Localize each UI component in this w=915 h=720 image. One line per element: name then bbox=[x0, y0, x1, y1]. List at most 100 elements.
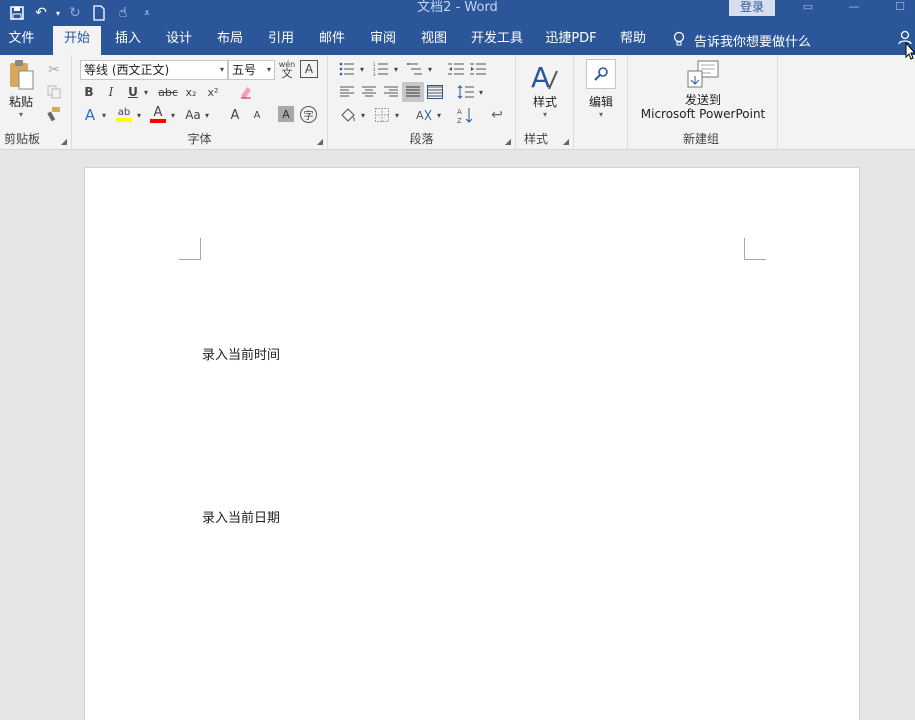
paragraph-group-label: 段落 bbox=[409, 132, 434, 146]
document-line-2[interactable]: 录入当前日期 bbox=[202, 507, 280, 526]
ribbon-display-options-icon[interactable]: ▭ bbox=[794, 0, 822, 16]
font-color-dropdown-icon[interactable]: ▾ bbox=[168, 105, 178, 125]
numbering-dropdown-icon[interactable]: ▾ bbox=[391, 60, 401, 78]
enclose-characters-icon[interactable]: 字 bbox=[300, 106, 317, 123]
bullets-dropdown-icon[interactable]: ▾ bbox=[357, 60, 367, 78]
send-to-powerpoint-button[interactable]: 发送到 Microsoft PowerPoint bbox=[628, 59, 778, 125]
signin-button[interactable]: 登录 bbox=[729, 0, 775, 16]
save-icon[interactable] bbox=[6, 2, 28, 24]
paste-label: 粘贴 bbox=[8, 95, 33, 109]
tab-design[interactable]: 设计 bbox=[159, 26, 199, 55]
shrink-font-button[interactable]: A bbox=[248, 105, 266, 125]
multilevel-list-icon[interactable] bbox=[406, 60, 424, 78]
tab-view[interactable]: 视图 bbox=[414, 26, 454, 55]
italic-button[interactable]: I bbox=[102, 83, 120, 101]
numbering-icon[interactable]: 123 bbox=[372, 60, 390, 78]
line-spacing-icon[interactable] bbox=[456, 83, 476, 101]
margin-corner-top-right bbox=[744, 238, 766, 260]
tell-me-box[interactable]: 告诉我你想要做什么 bbox=[672, 26, 811, 55]
tab-file[interactable]: 文件 bbox=[0, 26, 43, 55]
document-page[interactable]: 录入当前时间 录入当前日期 bbox=[84, 167, 860, 720]
margin-corner-top-left bbox=[179, 238, 201, 260]
decrease-indent-icon[interactable] bbox=[446, 60, 466, 78]
paragraph-launcher-icon[interactable]: ◢ bbox=[505, 137, 511, 146]
copy-icon[interactable] bbox=[44, 83, 64, 101]
clear-formatting-icon[interactable] bbox=[236, 83, 256, 101]
tab-developer[interactable]: 开发工具 bbox=[466, 26, 528, 55]
styles-button[interactable]: A 样式 ▾ bbox=[526, 59, 564, 129]
line-spacing-dropdown-icon[interactable]: ▾ bbox=[476, 83, 486, 101]
format-painter-icon[interactable] bbox=[44, 105, 64, 123]
tab-xunjie-pdf[interactable]: 迅捷PDF bbox=[540, 26, 602, 55]
tab-layout[interactable]: 布局 bbox=[210, 26, 250, 55]
text-effects-dropdown-icon[interactable]: ▾ bbox=[99, 105, 109, 125]
phonetic-guide-icon[interactable]: wén 文 bbox=[278, 59, 296, 79]
bullets-icon[interactable] bbox=[338, 60, 356, 78]
sort-icon[interactable]: AZ bbox=[456, 105, 476, 125]
shading-dropdown-icon[interactable]: ▾ bbox=[358, 105, 368, 125]
document-line-1[interactable]: 录入当前时间 bbox=[202, 344, 280, 363]
font-size-dropdown-icon[interactable]: ▾ bbox=[267, 61, 271, 79]
tab-home[interactable]: 开始 bbox=[53, 26, 101, 55]
shading-icon[interactable] bbox=[338, 105, 358, 125]
change-case-button[interactable]: Aa bbox=[182, 105, 204, 125]
text-effects-icon[interactable]: A bbox=[80, 105, 100, 125]
align-center-icon[interactable] bbox=[360, 83, 378, 101]
quick-access-toolbar: ↶ ▾ ↻ ☝ ⩡ bbox=[6, 0, 158, 26]
show-marks-icon[interactable]: ↩ bbox=[488, 105, 506, 125]
new-document-icon[interactable] bbox=[88, 2, 110, 24]
editing-button[interactable]: 编辑 ▾ bbox=[582, 59, 620, 125]
grow-font-button[interactable]: A bbox=[226, 105, 244, 125]
touch-mode-icon[interactable]: ☝ bbox=[112, 2, 134, 24]
svg-text:A: A bbox=[457, 108, 462, 116]
tab-insert[interactable]: 插入 bbox=[108, 26, 148, 55]
character-border-icon[interactable]: A bbox=[300, 60, 318, 78]
clipboard-launcher-icon[interactable]: ◢ bbox=[61, 137, 67, 146]
change-case-dropdown-icon[interactable]: ▾ bbox=[202, 105, 212, 125]
font-name-combo[interactable]: 等线 (西文正文) ▾ bbox=[80, 60, 228, 80]
font-name-value: 等线 (西文正文) bbox=[84, 63, 170, 77]
tab-mailings[interactable]: 邮件 bbox=[312, 26, 352, 55]
distributed-icon[interactable] bbox=[426, 83, 444, 101]
borders-icon[interactable] bbox=[372, 105, 392, 125]
undo-icon[interactable]: ↶ bbox=[30, 2, 52, 24]
borders-dropdown-icon[interactable]: ▾ bbox=[392, 105, 402, 125]
increase-indent-icon[interactable] bbox=[468, 60, 488, 78]
font-size-combo[interactable]: 五号 ▾ bbox=[228, 60, 275, 80]
underline-button[interactable]: U bbox=[124, 83, 142, 101]
maximize-icon[interactable]: ☐ bbox=[886, 0, 914, 16]
editing-group: 编辑 ▾ bbox=[574, 55, 628, 150]
strikethrough-button[interactable]: abc bbox=[156, 83, 180, 101]
multilevel-dropdown-icon[interactable]: ▾ bbox=[425, 60, 435, 78]
align-left-icon[interactable] bbox=[338, 83, 356, 101]
underline-dropdown-icon[interactable]: ▾ bbox=[141, 83, 151, 101]
redo-icon[interactable]: ↻ bbox=[64, 2, 86, 24]
minimize-icon[interactable]: — bbox=[840, 0, 868, 16]
styles-launcher-icon[interactable]: ◢ bbox=[563, 137, 569, 146]
align-right-icon[interactable] bbox=[382, 83, 400, 101]
tab-references[interactable]: 引用 bbox=[261, 26, 301, 55]
chinese-layout-icon[interactable]: A bbox=[414, 105, 434, 125]
superscript-button[interactable]: x² bbox=[204, 83, 222, 101]
subscript-button[interactable]: x₂ bbox=[182, 83, 200, 101]
paste-icon bbox=[10, 60, 34, 90]
highlight-color-button[interactable]: ab bbox=[114, 105, 134, 125]
cut-icon[interactable]: ✂ bbox=[44, 61, 64, 79]
customize-toolbar-icon[interactable]: ⩡ bbox=[136, 2, 158, 24]
highlight-dropdown-icon[interactable]: ▾ bbox=[134, 105, 144, 125]
tab-help[interactable]: 帮助 bbox=[614, 26, 652, 55]
justify-icon[interactable] bbox=[402, 82, 424, 102]
font-launcher-icon[interactable]: ◢ bbox=[317, 137, 323, 146]
character-shading-icon[interactable]: A bbox=[278, 106, 294, 122]
styles-button-label: 样式 bbox=[532, 95, 557, 109]
title-bar: ↶ ▾ ↻ ☝ ⩡ 文档2 - Word 登录 ▭ — ☐ bbox=[0, 0, 915, 26]
font-size-value: 五号 bbox=[232, 63, 257, 77]
tab-review[interactable]: 审阅 bbox=[363, 26, 403, 55]
paste-button[interactable]: 粘贴 ▾ bbox=[4, 59, 38, 121]
font-name-dropdown-icon[interactable]: ▾ bbox=[220, 61, 224, 79]
undo-dropdown-icon[interactable]: ▾ bbox=[54, 2, 62, 24]
bold-button[interactable]: B bbox=[80, 83, 98, 101]
chinese-layout-dropdown-icon[interactable]: ▾ bbox=[434, 105, 444, 125]
clipboard-group: 粘贴 ▾ ✂ 剪贴板 ◢ bbox=[0, 55, 72, 150]
font-color-button[interactable]: A bbox=[148, 105, 168, 125]
